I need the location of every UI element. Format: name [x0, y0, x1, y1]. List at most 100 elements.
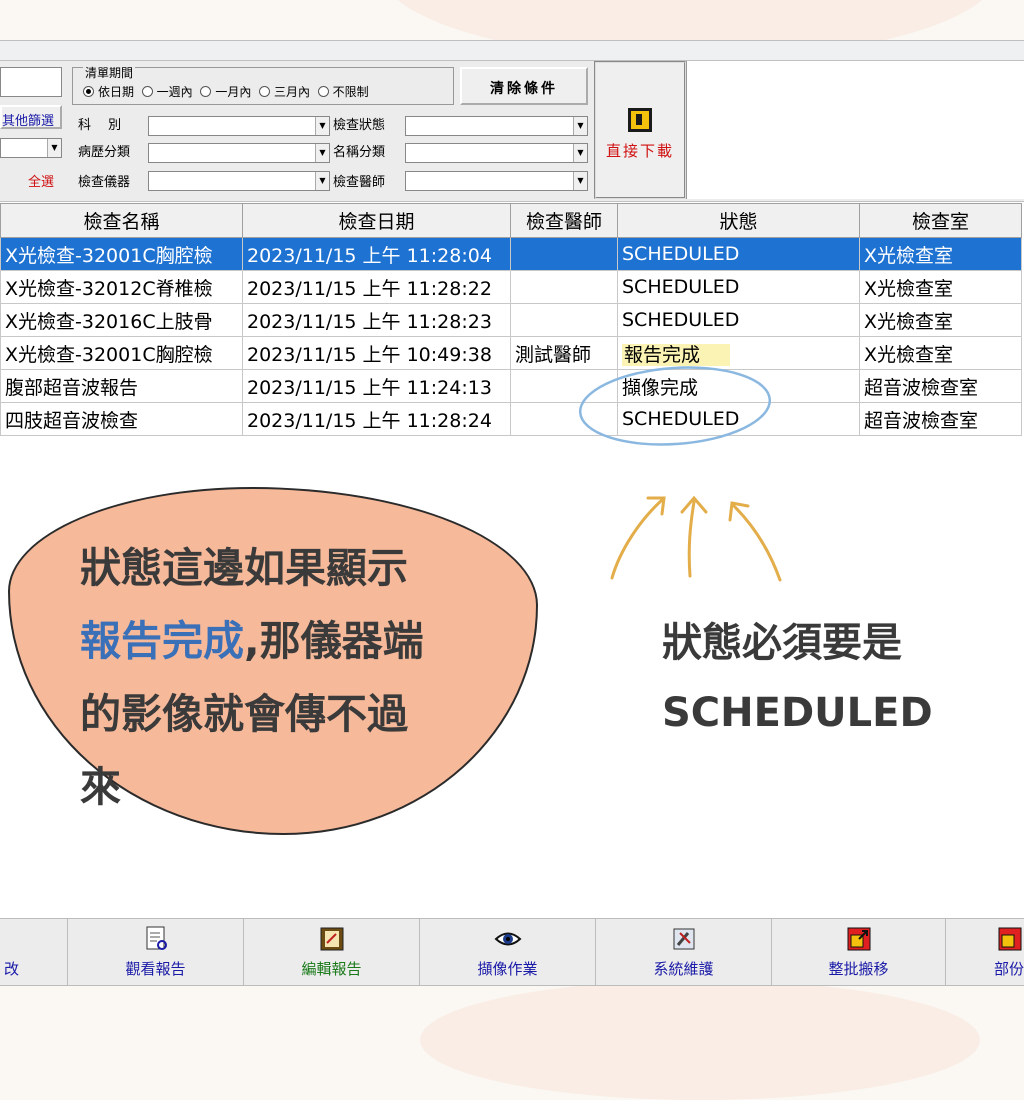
cell-exam-name: X光檢查-32016C上肢骨: [0, 303, 243, 337]
clear-conditions-button[interactable]: 清除條件: [460, 67, 588, 105]
radio-selected-icon: [83, 86, 94, 97]
radio-icon: [317, 86, 329, 97]
exam-status-label: 檢查狀態: [333, 118, 386, 133]
period-option-month[interactable]: 一月內: [200, 85, 251, 99]
exam-status-dropdown[interactable]: ▼: [405, 116, 588, 136]
chevron-down-icon: ▼: [315, 172, 329, 190]
system-maintenance-button[interactable]: 系統維護: [596, 919, 772, 985]
period-group-title: 清單期間: [83, 64, 136, 81]
period-option-three-months[interactable]: 三月內: [258, 85, 310, 99]
device-label: 檢查儀器: [78, 175, 131, 190]
table-row[interactable]: 腹部超音波報告 2023/11/15 上午 11:24:13 擷像完成 超音波檢…: [0, 369, 1022, 403]
cell-room: 超音波檢查室: [859, 402, 1022, 436]
filter-panel: 其他篩選 ▼ 全選 清單期間 依日期 一週內 一月內 三月內 不限制 清除條件 …: [0, 60, 1024, 202]
batch-move-button[interactable]: 整批搬移: [772, 919, 946, 985]
record-type-dropdown[interactable]: ▼: [148, 143, 330, 163]
eye-icon: [494, 932, 521, 946]
record-type-label: 病歷分類: [78, 145, 131, 160]
left-note-line: 來: [80, 763, 121, 811]
period-group: 清單期間 依日期 一週內 一月內 三月內 不限制: [72, 64, 454, 105]
chevron-down-icon: ▼: [573, 117, 587, 135]
radio-icon: [200, 86, 212, 97]
chevron-down-icon: ▼: [315, 117, 329, 135]
document-icon: [146, 926, 167, 950]
period-option-by-date[interactable]: 依日期: [83, 85, 134, 99]
name-type-dropdown[interactable]: ▼: [405, 143, 588, 163]
background-shape: [420, 980, 980, 1100]
cell-status: SCHEDULED: [617, 237, 860, 271]
cell-room: X光檢查室: [859, 237, 1022, 271]
physician-label: 檢查醫師: [333, 175, 386, 190]
cell-status: 擷像完成: [617, 369, 860, 403]
table-row[interactable]: 四肢超音波檢查 2023/11/15 上午 11:28:24 SCHEDULED…: [0, 402, 1022, 436]
cell-room: X光檢查室: [859, 303, 1022, 337]
cell-exam-date: 2023/11/15 上午 11:24:13: [242, 369, 511, 403]
left-note-line: 狀態這邊如果顯示: [80, 544, 408, 592]
cell-exam-date: 2023/11/15 上午 10:49:38: [242, 336, 511, 370]
status-highlight: 報告完成: [622, 343, 731, 366]
right-note: 狀態必須要是 SCHEDULED: [662, 608, 933, 748]
cell-status: 報告完成: [617, 336, 860, 370]
cell-status: SCHEDULED: [617, 402, 860, 436]
edit-report-button[interactable]: 編輯報告: [244, 919, 420, 985]
modify-button[interactable]: 改: [0, 919, 68, 985]
view-report-button[interactable]: 觀看報告: [68, 919, 244, 985]
radio-icon: [141, 86, 153, 97]
preview-area: [686, 61, 1024, 199]
cell-exam-name: 腹部超音波報告: [0, 369, 243, 403]
table-row[interactable]: X光檢查-32016C上肢骨 2023/11/15 上午 11:28:23 SC…: [0, 303, 1022, 337]
chevron-down-icon: ▼: [573, 144, 587, 162]
column-header-status[interactable]: 狀態: [617, 203, 860, 238]
table-row[interactable]: X光檢查-32001C胸腔檢 2023/11/15 上午 10:49:38 測試…: [0, 336, 1022, 370]
cell-exam-name: 四肢超音波檢查: [0, 402, 243, 436]
other-filter-button[interactable]: 其他篩選: [0, 105, 62, 129]
bottom-toolbar: 改 觀看報告 編輯報告 擷像作業 系統維護 整批搬移 部份: [0, 918, 1024, 986]
capture-button[interactable]: 擷像作業: [420, 919, 596, 985]
cell-exam-name: X光檢查-32001C胸腔檢: [0, 237, 243, 271]
exam-list-table: 檢查名稱 檢查日期 檢查醫師 狀態 檢查室 X光檢查-32001C胸腔檢 202…: [0, 203, 1022, 436]
cell-exam-date: 2023/11/15 上午 11:28:23: [242, 303, 511, 337]
name-type-label: 名稱分類: [333, 145, 386, 160]
column-header-exam-date[interactable]: 檢查日期: [242, 203, 511, 238]
left-note-line: 的影像就會傳不過: [80, 690, 408, 738]
cell-exam-date: 2023/11/15 上午 11:28:22: [242, 270, 511, 304]
edit-report-icon: [320, 927, 343, 951]
cell-exam-date: 2023/11/15 上午 11:28:04: [242, 237, 511, 271]
cell-physician: [510, 270, 618, 304]
left-note-line: 報告完成,那儀器端: [80, 617, 424, 665]
device-dropdown[interactable]: ▼: [148, 171, 330, 191]
table-row[interactable]: X光檢查-32001C胸腔檢 2023/11/15 上午 11:28:04 SC…: [0, 237, 1022, 271]
left-note: 狀態這邊如果顯示 報告完成,那儀器端 的影像就會傳不過 來: [80, 532, 520, 824]
select-all-link[interactable]: 全選: [28, 171, 54, 190]
partial-icon: [998, 927, 1022, 951]
partial-dropdown[interactable]: ▼: [0, 138, 62, 158]
column-header-exam-name[interactable]: 檢查名稱: [0, 203, 243, 238]
cell-exam-name: X光檢查-32012C脊椎檢: [0, 270, 243, 304]
direct-download-button[interactable]: 直接下載: [594, 61, 686, 199]
period-option-unlimited[interactable]: 不限制: [317, 85, 369, 99]
column-header-physician[interactable]: 檢查醫師: [510, 203, 618, 238]
column-header-room[interactable]: 檢查室: [859, 203, 1022, 238]
cell-status: SCHEDULED: [617, 303, 860, 337]
cell-room: X光檢查室: [859, 336, 1022, 370]
chevron-down-icon: ▼: [47, 139, 61, 157]
cell-physician: [510, 369, 618, 403]
physician-dropdown[interactable]: ▼: [405, 171, 588, 191]
period-option-week[interactable]: 一週內: [141, 85, 193, 99]
chevron-down-icon: ▼: [315, 144, 329, 162]
dept-dropdown[interactable]: ▼: [148, 116, 330, 136]
cell-room: 超音波檢查室: [859, 369, 1022, 403]
cell-physician: 測試醫師: [510, 336, 618, 370]
cell-status: SCHEDULED: [617, 270, 860, 304]
partial-input[interactable]: [0, 67, 62, 97]
cell-physician: [510, 237, 618, 271]
cell-room: X光檢查室: [859, 270, 1022, 304]
cell-physician: [510, 402, 618, 436]
table-row[interactable]: X光檢查-32012C脊椎檢 2023/11/15 上午 11:28:22 SC…: [0, 270, 1022, 304]
cell-exam-name: X光檢查-32001C胸腔檢: [0, 336, 243, 370]
right-note-line: SCHEDULED: [662, 690, 933, 736]
left-note-highlight: 報告完成: [80, 617, 244, 665]
partial-button[interactable]: 部份: [946, 919, 1024, 985]
radio-icon: [258, 86, 270, 97]
table-header-row: 檢查名稱 檢查日期 檢查醫師 狀態 檢查室: [0, 203, 1022, 238]
